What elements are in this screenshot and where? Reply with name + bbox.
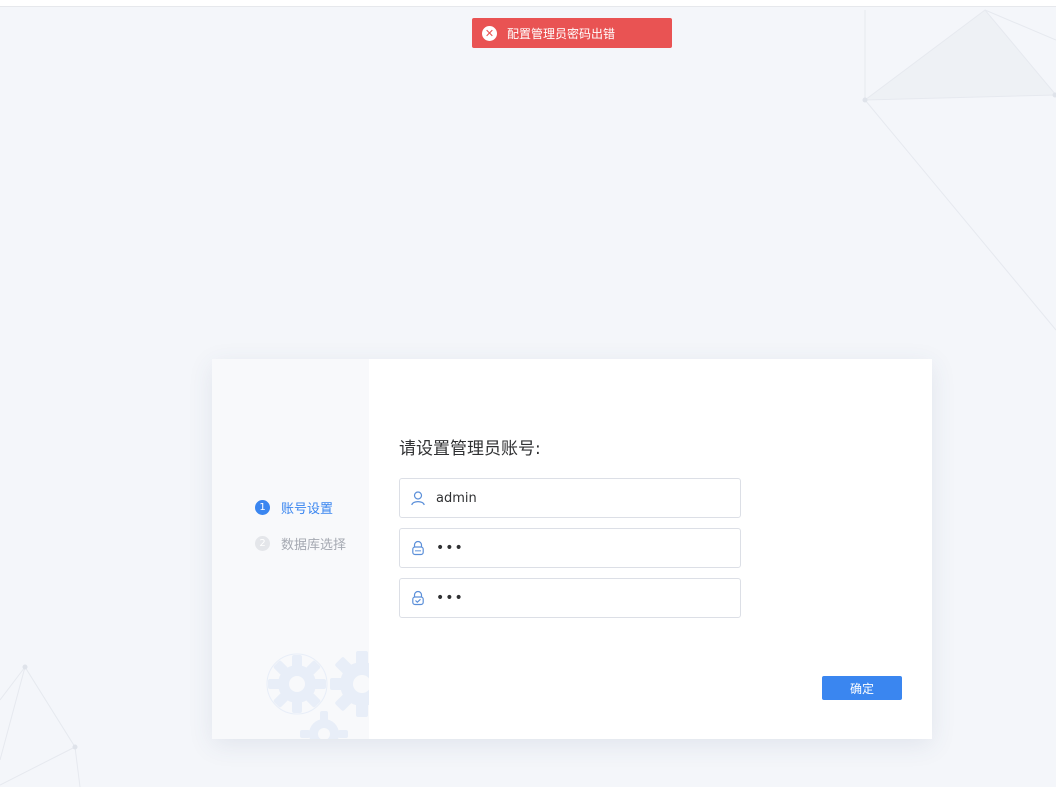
user-icon	[400, 479, 436, 517]
step-account-settings: 1 账号设置	[255, 498, 346, 517]
username-input[interactable]	[436, 490, 726, 506]
step-label: 数据库选择	[281, 537, 347, 553]
step-database-selection: 2 数据库选择	[255, 534, 347, 553]
confirm-password-field[interactable]	[399, 578, 741, 618]
step-label: 账号设置	[281, 501, 334, 517]
gears-decoration-icon	[266, 651, 369, 739]
error-toast: ✕ 配置管理员密码出错	[472, 18, 672, 48]
setup-card: 1 账号设置 2 数据库选择 请设置管理员账号: admin 确定	[212, 359, 932, 739]
steps-list: 1 账号设置 2 数据库选择	[255, 498, 346, 570]
lock-icon	[400, 529, 436, 567]
close-circle-icon: ✕	[482, 25, 497, 41]
confirm-password-input[interactable]	[436, 590, 726, 606]
step-number: 2	[255, 535, 270, 551]
toast-message: 配置管理员密码出错	[507, 26, 616, 41]
password-input[interactable]	[436, 540, 726, 556]
confirm-button[interactable]: 确定	[822, 676, 902, 700]
username-field[interactable]	[399, 478, 741, 518]
step-number: 1	[255, 499, 270, 515]
form-title: 请设置管理员账号:	[399, 439, 541, 459]
form-panel: 请设置管理员账号: admin 确定	[369, 359, 932, 739]
shield-lock-icon	[400, 579, 436, 617]
steps-panel: 1 账号设置 2 数据库选择	[212, 359, 369, 739]
password-field[interactable]	[399, 528, 741, 568]
